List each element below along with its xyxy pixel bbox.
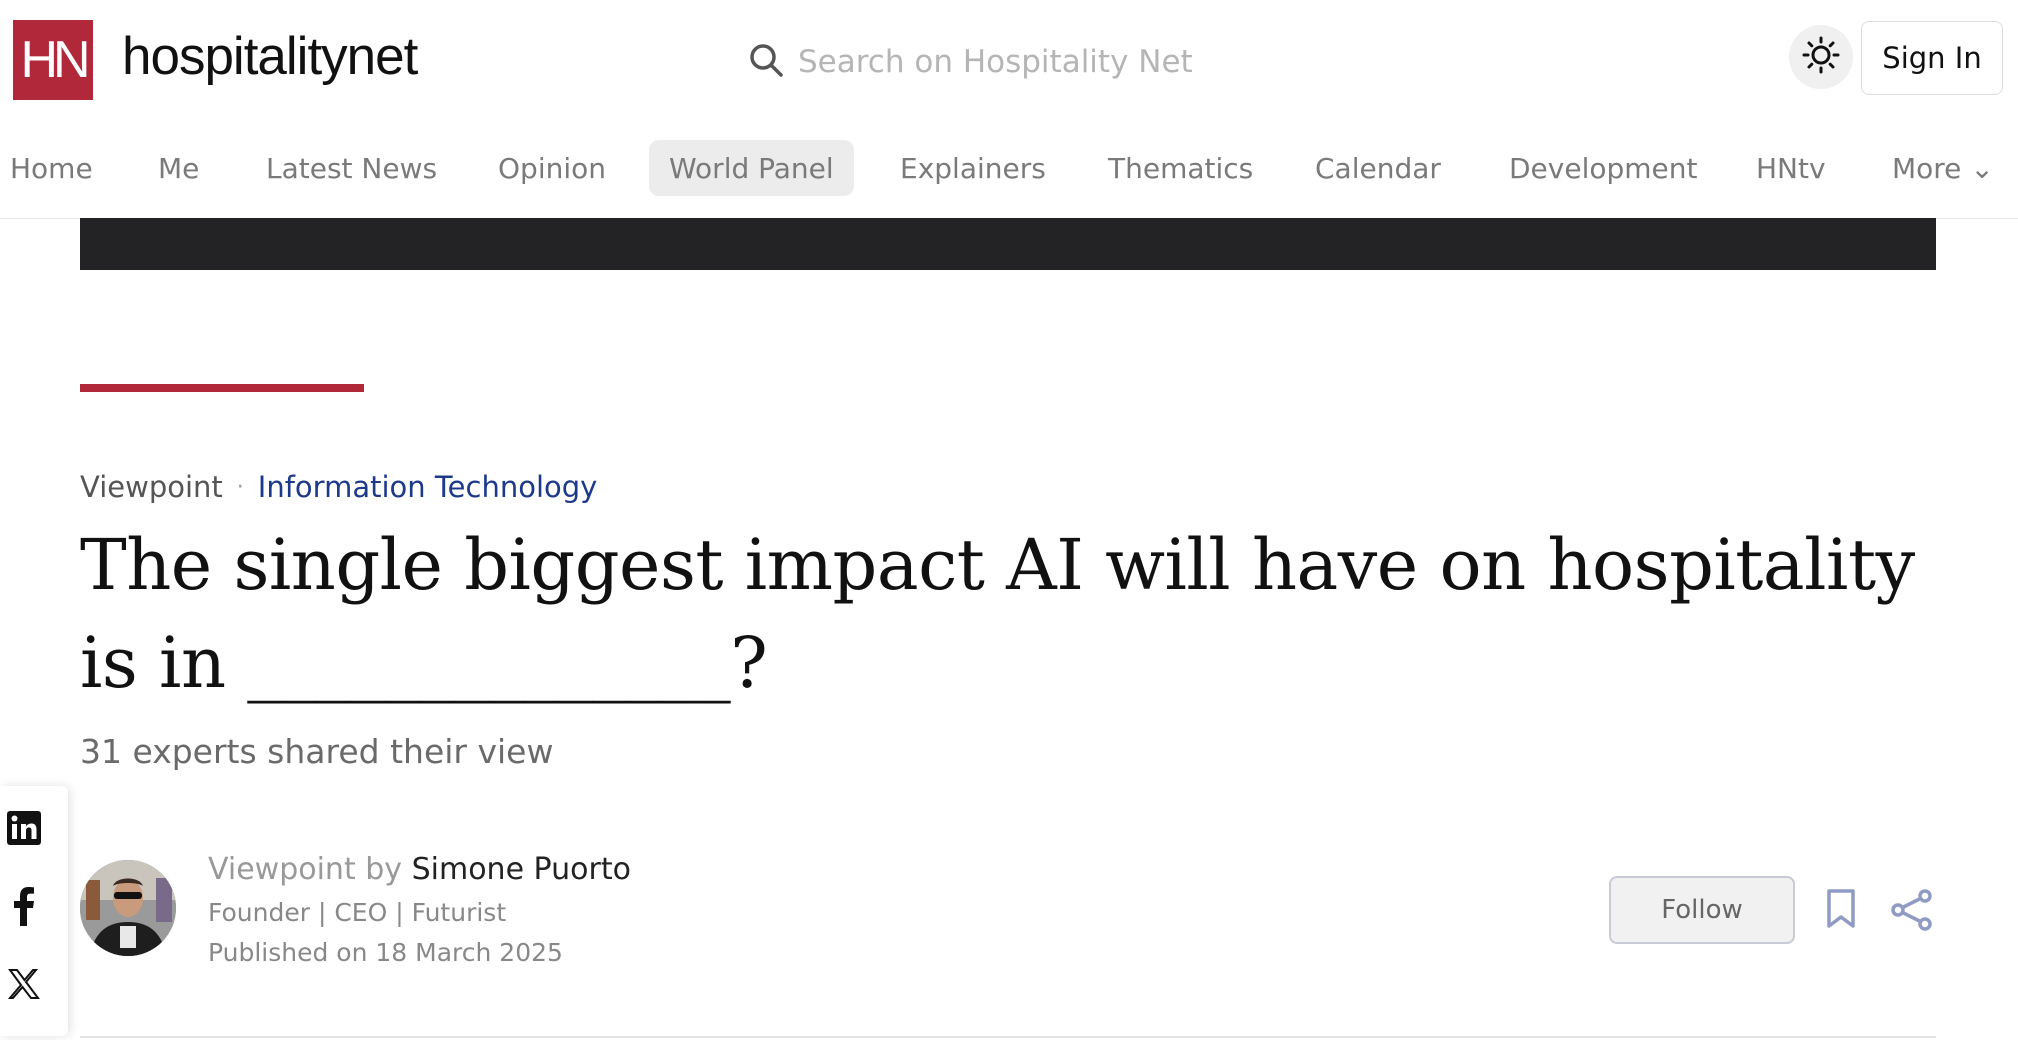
meta-separator: · bbox=[236, 474, 244, 500]
article-topic-link[interactable]: Information Technology bbox=[258, 470, 598, 504]
follow-button[interactable]: Follow bbox=[1609, 876, 1795, 944]
nav-item-home[interactable]: Home bbox=[0, 140, 113, 196]
brand-name[interactable]: hospitalitynet bbox=[122, 26, 418, 87]
site-logo[interactable]: HN bbox=[13, 20, 93, 100]
search-bar bbox=[748, 38, 1320, 86]
search-input[interactable] bbox=[796, 43, 1320, 81]
article-meta: Viewpoint · Information Technology bbox=[80, 470, 597, 504]
site-header: HN hospitalitynet Sign In bbox=[0, 0, 2018, 120]
published-date: Published on 18 March 2025 bbox=[208, 938, 563, 967]
sign-in-button[interactable]: Sign In bbox=[1861, 21, 2003, 95]
author-avatar[interactable] bbox=[80, 860, 176, 956]
linkedin-icon[interactable] bbox=[6, 810, 42, 846]
social-share-rail bbox=[0, 786, 68, 1036]
nav-item-me[interactable]: Me bbox=[138, 140, 219, 196]
article-subtitle: 31 experts shared their view bbox=[80, 732, 554, 771]
nav-item-more[interactable]: More ⌄ bbox=[1872, 140, 2014, 196]
share-icon[interactable] bbox=[1890, 888, 1934, 932]
facebook-icon[interactable] bbox=[6, 887, 42, 926]
author-byline: Viewpoint by Simone Puorto bbox=[208, 852, 631, 887]
banner-strip bbox=[80, 218, 1936, 270]
logo-text: HN bbox=[20, 31, 90, 89]
nav-item-calendar[interactable]: Calendar bbox=[1295, 140, 1461, 196]
bookmark-icon[interactable] bbox=[1824, 888, 1858, 930]
byline-prefix: Viewpoint by bbox=[208, 852, 403, 887]
nav-item-hntv[interactable]: HNtv bbox=[1736, 140, 1846, 196]
section-divider bbox=[80, 1036, 1936, 1038]
x-icon[interactable] bbox=[6, 966, 42, 1002]
article-title: The single biggest impact AI will have o… bbox=[80, 524, 1915, 704]
nav-item-development[interactable]: Development bbox=[1489, 140, 1718, 196]
nav-item-explainers[interactable]: Explainers bbox=[880, 140, 1066, 196]
search-icon[interactable] bbox=[748, 42, 784, 82]
nav-item-latest-news[interactable]: Latest News bbox=[246, 140, 457, 196]
sun-icon bbox=[1801, 35, 1841, 79]
author-role: Founder | CEO | Futurist bbox=[208, 898, 507, 927]
nav-item-world-panel[interactable]: World Panel bbox=[649, 140, 854, 196]
article-category[interactable]: Viewpoint bbox=[80, 470, 223, 504]
author-name-link[interactable]: Simone Puorto bbox=[412, 852, 631, 887]
theme-toggle-button[interactable] bbox=[1789, 25, 1853, 89]
nav-item-thematics[interactable]: Thematics bbox=[1088, 140, 1273, 196]
nav-item-opinion[interactable]: Opinion bbox=[478, 140, 626, 196]
main-nav: Home Me Latest News Opinion World Panel … bbox=[0, 138, 2018, 219]
accent-rule bbox=[80, 384, 364, 392]
